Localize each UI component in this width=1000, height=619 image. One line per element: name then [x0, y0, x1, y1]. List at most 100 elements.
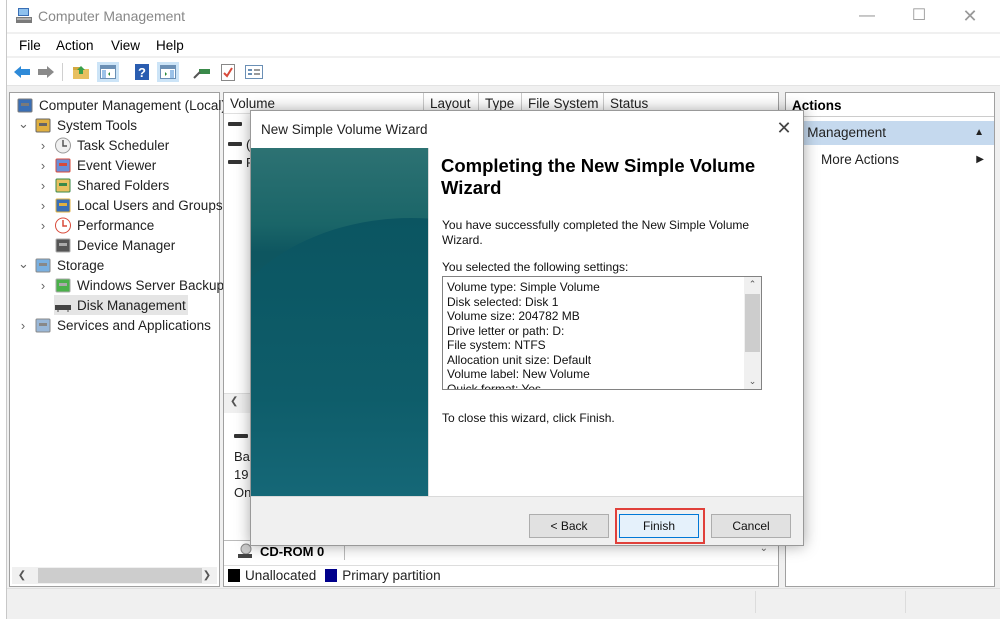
tree-item-label: Computer Management (Local) [39, 97, 226, 113]
connect-icon [193, 69, 210, 79]
tree-item-local-users-and-groups[interactable]: › Local Users and Groups [41, 195, 223, 215]
actions-header: Actions [786, 93, 994, 117]
tree-item-services-and-applications[interactable]: › Services and Applications [21, 315, 211, 335]
collapse-up-icon[interactable]: ▲ [974, 121, 984, 145]
settings-vertical-scrollbar[interactable]: ⌃ ⌄ [744, 277, 761, 389]
tree-item-task-scheduler[interactable]: › Task Scheduler [41, 135, 170, 155]
tree-item-windows-server-backup[interactable]: › Windows Server Backup [41, 275, 225, 295]
back-button[interactable] [11, 62, 33, 82]
menu-view[interactable]: View [111, 38, 140, 53]
cancel-button[interactable]: Cancel [711, 514, 791, 538]
computer-management-app-icon [16, 8, 32, 23]
volume-icon [228, 160, 242, 164]
minimize-button[interactable]: — [844, 5, 890, 27]
menu-bar: File Action View Help [7, 34, 1000, 56]
settings-line: Quick format: Yes [447, 381, 542, 390]
menu-file[interactable]: File [19, 38, 41, 53]
show-hide-action-pane-button[interactable] [157, 62, 179, 82]
storage-icon [35, 258, 51, 272]
close-window-button[interactable]: ✕ [947, 5, 993, 27]
check-icon [221, 63, 235, 81]
tree-item-computer-management-local[interactable]: Computer Management (Local) [16, 95, 226, 115]
new-simple-volume-wizard-dialog: New Simple Volume Wizard ✕ Completing th… [250, 110, 804, 546]
expanded-chevron-icon[interactable]: ⌄ [18, 116, 29, 132]
more-actions-item[interactable]: More Actions ▶ [786, 148, 994, 172]
show-hide-console-tree-icon [100, 65, 116, 79]
menu-action[interactable]: Action [56, 38, 94, 53]
wizard-footer: < Back Finish Cancel [251, 496, 803, 545]
help-button[interactable]: ? [131, 62, 153, 82]
check-button[interactable] [217, 62, 239, 82]
more-actions-label: More Actions [821, 152, 900, 167]
tree-item-label: Event Viewer [77, 157, 157, 173]
menu-help[interactable]: Help [156, 38, 184, 53]
settings-line: Drive letter or path: D: [447, 323, 565, 338]
settings-line: Disk selected: Disk 1 [447, 294, 559, 309]
scrollbar-thumb[interactable] [38, 568, 202, 583]
tree-item-label: Device Manager [77, 237, 176, 253]
settings-summary-box[interactable]: Volume type: Simple Volume Disk selected:… [442, 276, 762, 390]
scroll-up-arrow-icon[interactable]: ⌃ [744, 279, 761, 290]
toolbar-separator [62, 63, 63, 81]
collapsed-chevron-icon[interactable]: › [38, 198, 48, 213]
expanded-chevron-icon[interactable]: ⌄ [18, 256, 29, 272]
maximize-button[interactable]: ☐ [896, 5, 942, 27]
legend-swatch-unallocated [228, 569, 240, 582]
collapsed-chevron-icon[interactable]: › [38, 218, 48, 233]
up-one-level-button[interactable] [70, 62, 92, 82]
disk-info-text: 19 [234, 467, 249, 482]
collapsed-chevron-icon[interactable]: › [18, 318, 28, 333]
settings-line: Volume label: New Volume [447, 367, 590, 381]
window-title: Computer Management [38, 8, 186, 24]
tree-item-label: Shared Folders [77, 177, 170, 193]
computer-management-icon [17, 98, 33, 112]
scroll-left-arrow-icon[interactable]: ❮ [14, 567, 30, 584]
actions-section-disk-management[interactable]: sk Management ▲ [786, 121, 994, 145]
back-button[interactable]: < Back [529, 514, 609, 538]
tree-item-label: Services and Applications [57, 317, 211, 333]
performance-icon [55, 217, 71, 233]
close-hint: To close this wizard, click Finish. [442, 411, 615, 425]
show-hide-console-tree-button[interactable] [97, 62, 119, 82]
event-viewer-icon [55, 158, 71, 172]
tree-item-shared-folders[interactable]: › Shared Folders [41, 175, 170, 195]
status-bar [7, 588, 1000, 614]
tree-item-label: Local Users and Groups [77, 197, 223, 213]
collapsed-chevron-icon[interactable]: › [38, 178, 48, 193]
tree-item-label: Task Scheduler [77, 137, 170, 153]
forward-button[interactable] [35, 62, 57, 82]
up-folder-icon [73, 66, 89, 79]
tree-item-label: Windows Server Backup [77, 277, 225, 293]
scroll-right-arrow-icon[interactable]: ❯ [199, 567, 215, 584]
collapsed-chevron-icon[interactable]: › [38, 158, 48, 173]
submenu-arrow-icon: ▶ [976, 154, 984, 165]
wizard-content: Completing the New Simple Volume Wizard … [429, 148, 803, 496]
dialog-close-button[interactable]: ✕ [773, 117, 795, 139]
properties-button[interactable] [243, 62, 265, 82]
legend-swatch-primary-partition [325, 569, 338, 582]
tree-item-system-tools[interactable]: ⌄ System Tools [18, 115, 137, 135]
settings-intro: You selected the following settings: [442, 260, 629, 274]
tree-horizontal-scrollbar[interactable]: ❮ ❯ [12, 567, 217, 584]
tree-item-disk-management[interactable]: Disk Management [54, 295, 188, 315]
close-icon: ✕ [776, 118, 792, 138]
tree-item-event-viewer[interactable]: › Event Viewer [41, 155, 157, 175]
back-icon [14, 66, 30, 78]
finish-highlight-box [615, 508, 705, 544]
wizard-heading: Completing the New Simple Volume Wizard [441, 155, 756, 198]
connect-button[interactable] [191, 62, 213, 82]
dialog-title: New Simple Volume Wizard [261, 122, 428, 137]
tree-item-storage[interactable]: ⌄ Storage [18, 255, 104, 275]
settings-line: Volume type: Simple Volume [447, 280, 600, 294]
tree-item-performance[interactable]: › Performance [41, 215, 154, 235]
collapsed-chevron-icon[interactable]: › [38, 278, 48, 293]
disk-legend: Unallocated Primary partition [224, 565, 778, 585]
volume-icon [228, 122, 242, 126]
collapsed-chevron-icon[interactable]: › [38, 138, 48, 153]
disk-management-icon [55, 304, 71, 312]
actions-pane: Actions sk Management ▲ More Actions ▶ [785, 92, 995, 587]
scrollbar-thumb[interactable] [745, 294, 760, 352]
tree-item-device-manager[interactable]: Device Manager [54, 235, 175, 255]
scroll-left-arrow-icon[interactable]: ❮ [230, 396, 238, 407]
scroll-down-arrow-icon[interactable]: ⌄ [744, 376, 761, 387]
